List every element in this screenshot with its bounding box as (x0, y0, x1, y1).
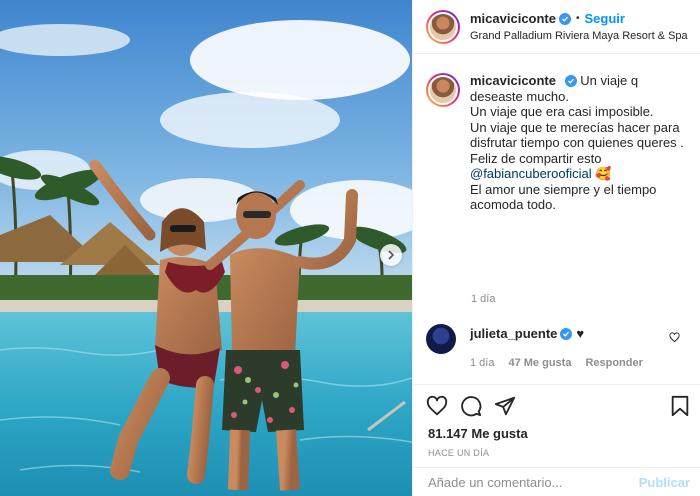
caption-mention[interactable]: @fabiancuberooficial 🥰 (470, 166, 685, 182)
next-photo-button[interactable] (380, 244, 402, 266)
share-icon[interactable] (494, 395, 516, 417)
post-sidebar: micaviciconte • Seguir Grand Palladium R… (412, 0, 700, 496)
comment-icon[interactable] (460, 395, 482, 417)
verified-badge-icon (560, 327, 573, 340)
reply-button[interactable]: Responder (585, 357, 642, 369)
verified-badge-icon (559, 12, 571, 25)
caption-text: micaviciconte Un viaje q deseaste mucho.… (470, 73, 685, 209)
caption-avatar[interactable] (426, 73, 460, 107)
commenter-avatar[interactable] (426, 324, 456, 354)
caption-line: Un viaje que era casi imposible. (470, 104, 654, 119)
author-username[interactable]: micaviciconte (470, 11, 556, 26)
post-actions (426, 393, 690, 419)
chevron-right-icon (388, 250, 395, 260)
follow-button[interactable]: Seguir (585, 11, 625, 26)
author-avatar[interactable] (426, 9, 460, 44)
caption-line: Un viaje que te merecías hacer para disf… (470, 119, 684, 151)
likes-count[interactable]: 81.147 Me gusta (428, 426, 528, 441)
comment-timestamp: 1 día (470, 357, 495, 369)
post-caption: micaviciconte Un viaje q deseaste mucho.… (426, 73, 690, 209)
post-photo[interactable] (0, 0, 412, 496)
comment-likes[interactable]: 47 Me gusta (508, 357, 571, 369)
caption-line: El amor une siempre y el tiempo acomoda … (470, 181, 657, 210)
add-comment-bar: Publicar (413, 467, 700, 496)
separator-dot: • (576, 13, 580, 24)
heart-icon[interactable] (426, 395, 448, 417)
caption-username[interactable]: micaviciconte (470, 73, 556, 88)
comment-text: ♥ (576, 326, 585, 341)
commenter-username[interactable]: julieta_puente (470, 326, 557, 341)
comment-like-icon[interactable] (669, 330, 680, 348)
caption-timestamp: 1 día (471, 293, 496, 305)
publish-button[interactable]: Publicar (639, 475, 690, 490)
beach-pool-photo (0, 0, 412, 496)
comment-item: julieta_puente ♥ 1 día 47 Me gusta Respo… (426, 324, 690, 369)
caption-line: Feliz de compartir esto (470, 150, 602, 166)
verified-badge-icon (564, 75, 577, 87)
bookmark-icon[interactable] (670, 395, 690, 417)
post-header: micaviciconte • Seguir Grand Palladium R… (413, 0, 700, 54)
post-timestamp: HACE UN DÍA (428, 448, 490, 458)
post-location[interactable]: Grand Palladium Riviera Maya Resort & Sp… (470, 30, 688, 42)
comment-input[interactable] (428, 474, 639, 490)
comments-area[interactable]: micaviciconte Un viaje q deseaste mucho.… (413, 55, 700, 385)
